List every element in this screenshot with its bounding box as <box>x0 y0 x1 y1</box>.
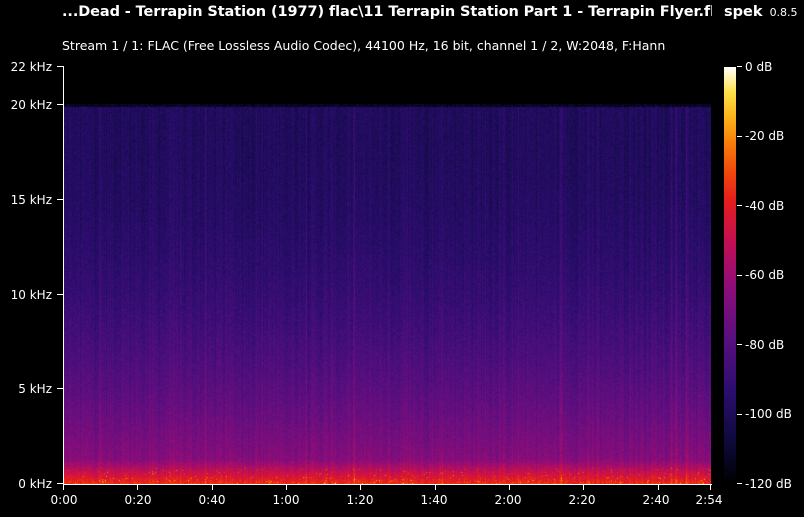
x-tick <box>710 484 711 490</box>
db-tick-label: -100 dB <box>745 407 792 421</box>
x-tick <box>137 484 138 490</box>
y-tick-label: 0 kHz <box>18 477 52 491</box>
x-tick-label: 1:00 <box>272 493 300 507</box>
db-tick <box>737 275 742 276</box>
db-tick-label: -80 dB <box>745 338 785 352</box>
y-tick-label: 5 kHz <box>18 382 52 396</box>
y-tick-label: 20 kHz <box>10 98 52 112</box>
db-tick <box>737 483 742 484</box>
x-tick-label: 1:20 <box>346 493 374 507</box>
x-tick-label: 2:40 <box>642 493 670 507</box>
db-tick-label: -60 dB <box>745 268 785 282</box>
y-tick-label: 22 kHz <box>10 60 52 74</box>
x-tick-label: 0:00 <box>50 493 78 507</box>
y-tick <box>57 388 63 389</box>
spectrogram-plot[interactable] <box>64 67 711 484</box>
x-tick-label: 2:00 <box>494 493 522 507</box>
x-tick <box>658 484 659 490</box>
db-tick <box>737 344 742 345</box>
y-tick <box>57 66 63 67</box>
stream-info: Stream 1 / 1: FLAC (Free Lossless Audio … <box>62 38 666 53</box>
db-tick-label: -120 dB <box>745 477 792 491</box>
app-name: spek <box>724 4 763 20</box>
x-tick-label: 1:40 <box>420 493 448 507</box>
x-tick <box>212 484 213 490</box>
app-version: 0.8.5 <box>769 6 798 19</box>
x-tick <box>509 484 510 490</box>
x-tick <box>435 484 436 490</box>
x-tick-label: 2:54 <box>695 493 723 507</box>
y-tick-label: 10 kHz <box>10 288 52 302</box>
y-tick <box>57 104 63 105</box>
db-tick <box>737 66 742 67</box>
app-brand: spek 0.8.5 <box>724 4 798 20</box>
y-tick <box>57 199 63 200</box>
db-tick <box>737 205 742 206</box>
db-colorbar <box>724 67 736 484</box>
db-tick-label: 0 dB <box>745 60 773 74</box>
x-tick-label: 0:40 <box>198 493 226 507</box>
y-tick-label: 15 kHz <box>10 193 52 207</box>
x-tick <box>360 484 361 490</box>
db-tick <box>737 414 742 415</box>
x-tick <box>63 484 64 490</box>
x-tick <box>583 484 584 490</box>
y-tick <box>57 294 63 295</box>
x-tick-label: 2:20 <box>568 493 596 507</box>
db-tick-label: -40 dB <box>745 199 785 213</box>
db-tick <box>737 136 742 137</box>
db-tick-label: -20 dB <box>745 129 785 143</box>
x-tick-label: 0:20 <box>124 493 152 507</box>
file-title: ...Dead - Terrapin Station (1977) flac\1… <box>62 4 712 20</box>
x-tick <box>286 484 287 490</box>
